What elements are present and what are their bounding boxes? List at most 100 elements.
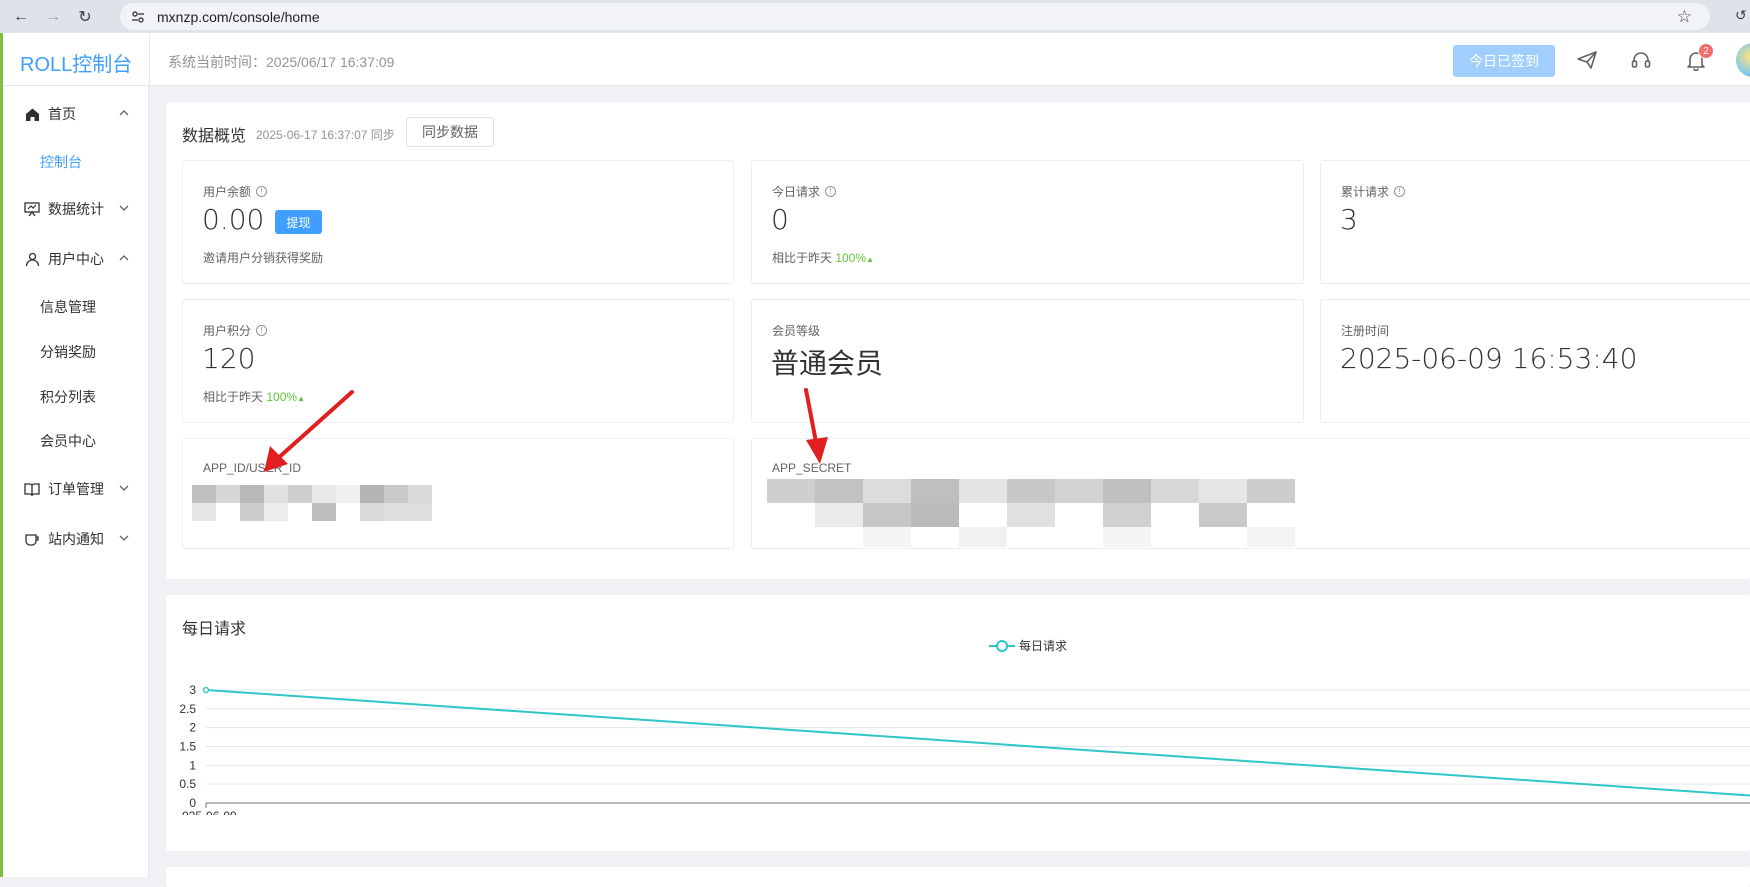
sidebar-item-label: 数据统计: [48, 201, 104, 217]
info-icon[interactable]: !: [256, 186, 268, 197]
chevron-down-icon: [119, 205, 129, 211]
sync-data-button[interactable]: 同步数据: [406, 117, 494, 147]
home-icon: [23, 105, 41, 123]
bookmark-star-icon[interactable]: ☆: [1677, 7, 1692, 27]
member-level-value: 普通会员: [771, 347, 884, 380]
sidebar-item-label: 用户中心: [48, 251, 104, 267]
total-requests-label-text: 累计请求: [1341, 185, 1390, 199]
y-tick-label: 2: [189, 721, 196, 735]
headset-icon[interactable]: [1629, 48, 1653, 72]
sidebar-item-console[interactable]: 控制台: [3, 142, 149, 182]
system-time: 系统当前时间：2025/06/17 16:37:09: [168, 54, 395, 70]
trend-value: 100%: [835, 251, 867, 265]
chevron-down-icon: [119, 485, 129, 491]
chevron-down-icon: [119, 535, 129, 541]
y-tick-label: 0: [189, 796, 196, 810]
sync-time: 2025-06-17 16:37:07 同步: [256, 128, 395, 142]
data-point[interactable]: [202, 686, 210, 694]
sidebar-item-home[interactable]: 首页: [3, 94, 149, 134]
balance-value: 0.00: [202, 203, 265, 236]
total-requests-label: 累计请求!: [1341, 183, 1406, 200]
notification-badge: 2: [1698, 43, 1714, 59]
sidebar: 首页 控制台 数据统计 用户中心 信息管理 分销奖励 积分列表 会员中心 订单管…: [3, 86, 149, 877]
book-icon: [23, 480, 41, 498]
today-requests-sub: 相比于昨天 100%▲: [772, 249, 874, 266]
signin-button[interactable]: 今日已签到: [1453, 45, 1555, 77]
avatar[interactable]: [1736, 43, 1750, 77]
today-requests-card: 今日请求! 0 相比于昨天 100%▲: [751, 160, 1304, 284]
daily-chart-panel: 每日请求 每日请求 3 2.5 2 1.5 1 0.5 0025-06-09: [166, 595, 1750, 851]
legend-line-marker: [989, 639, 1015, 652]
info-icon[interactable]: !: [825, 186, 837, 197]
sidebar-item-orders[interactable]: 订单管理: [3, 469, 149, 509]
register-time-card: 注册时间 2025-06-09 16:53:40: [1320, 299, 1750, 423]
site-settings-icon[interactable]: [129, 8, 147, 26]
back-icon[interactable]: ←: [10, 6, 32, 28]
overview-panel: 数据概览 2025-06-17 16:37:07 同步 同步数据 用户余额! 0…: [166, 102, 1750, 579]
redacted-app-secret: [767, 479, 1295, 547]
info-icon[interactable]: !: [1394, 186, 1406, 197]
chevron-up-icon: [119, 255, 129, 261]
url-text[interactable]: mxnzp.com/console/home: [157, 9, 320, 25]
register-time-value: 2025-06-09 16:53:40: [1340, 342, 1638, 375]
register-time-label: 注册时间: [1341, 324, 1390, 338]
sidebar-item-member-center[interactable]: 会员中心: [3, 421, 149, 461]
member-level-label: 会员等级: [772, 324, 821, 338]
next-panel: [166, 867, 1750, 887]
total-requests-card: 累计请求! 3: [1320, 160, 1750, 284]
extension-icon[interactable]: ↺: [1735, 7, 1750, 25]
user-icon: [23, 250, 41, 268]
sidebar-item-label: 订单管理: [48, 481, 104, 497]
chart-legend[interactable]: 每日请求: [989, 637, 1067, 654]
total-requests-value: 3: [1340, 203, 1358, 236]
chart-title: 每日请求: [182, 621, 247, 638]
annotation-arrow-app-id: [264, 390, 354, 472]
balance-sub: 邀请用户分销获得奖励: [203, 251, 324, 265]
compare-text: 相比于昨天: [203, 390, 264, 404]
sidebar-item-label: 首页: [48, 106, 76, 122]
sidebar-item-info-management[interactable]: 信息管理: [3, 287, 149, 327]
series-line: [205, 689, 1750, 797]
today-requests-value: 0: [771, 203, 789, 236]
app-secret-card: APP_SECRET: [751, 438, 1750, 549]
today-requests-label-text: 今日请求: [772, 185, 821, 199]
chart-icon: [23, 200, 41, 218]
annotation-arrow-app-secret: [804, 388, 828, 464]
y-tick-label: 1: [189, 758, 196, 772]
reload-icon[interactable]: ↻: [74, 6, 96, 28]
y-tick-label: 0.5: [179, 777, 196, 791]
cup-icon: [23, 530, 41, 548]
sidebar-item-user-center[interactable]: 用户中心: [3, 239, 149, 279]
sidebar-item-statistics[interactable]: 数据统计: [3, 189, 149, 229]
compare-text: 相比于昨天: [772, 251, 833, 265]
points-label-text: 用户积分: [203, 324, 252, 338]
line-chart: 3 2.5 2 1.5 1 0.5 0025-06-09: [179, 683, 1750, 815]
today-requests-label: 今日请求!: [772, 183, 837, 200]
chevron-up-icon: [119, 110, 129, 116]
app-logo[interactable]: ROLL控制台: [20, 48, 132, 77]
trend-up-icon: ▲: [866, 255, 874, 264]
browser-toolbar: ← → ↻ mxnzp.com/console/home ☆ ↺: [0, 0, 1750, 33]
header-divider: [149, 33, 150, 86]
sidebar-item-points-list[interactable]: 积分列表: [3, 377, 149, 417]
info-icon[interactable]: !: [256, 325, 268, 336]
sidebar-item-label: 站内通知: [48, 531, 104, 547]
forward-icon[interactable]: →: [42, 6, 64, 28]
y-tick-label: 2.5: [179, 702, 196, 716]
x-tick-label: 025-06-09: [182, 809, 237, 815]
send-icon[interactable]: [1575, 48, 1599, 72]
withdraw-button[interactable]: 提现: [275, 210, 322, 234]
address-bar[interactable]: mxnzp.com/console/home ☆: [120, 3, 1710, 30]
legend-label: 每日请求: [1019, 639, 1068, 653]
balance-label-text: 用户余额: [203, 185, 252, 199]
points-value: 120: [202, 342, 256, 375]
y-tick-label: 1.5: [179, 740, 196, 754]
sidebar-item-notifications[interactable]: 站内通知: [3, 519, 149, 559]
overview-title: 数据概览: [182, 128, 247, 145]
redacted-app-id: [192, 485, 432, 521]
bell-icon[interactable]: 2: [1684, 43, 1714, 72]
balance-card: 用户余额! 0.00 提现 邀请用户分销获得奖励: [182, 160, 734, 284]
sidebar-item-distribution-rewards[interactable]: 分销奖励: [3, 332, 149, 372]
y-tick-label: 3: [189, 683, 196, 697]
balance-label: 用户余额!: [203, 183, 268, 200]
